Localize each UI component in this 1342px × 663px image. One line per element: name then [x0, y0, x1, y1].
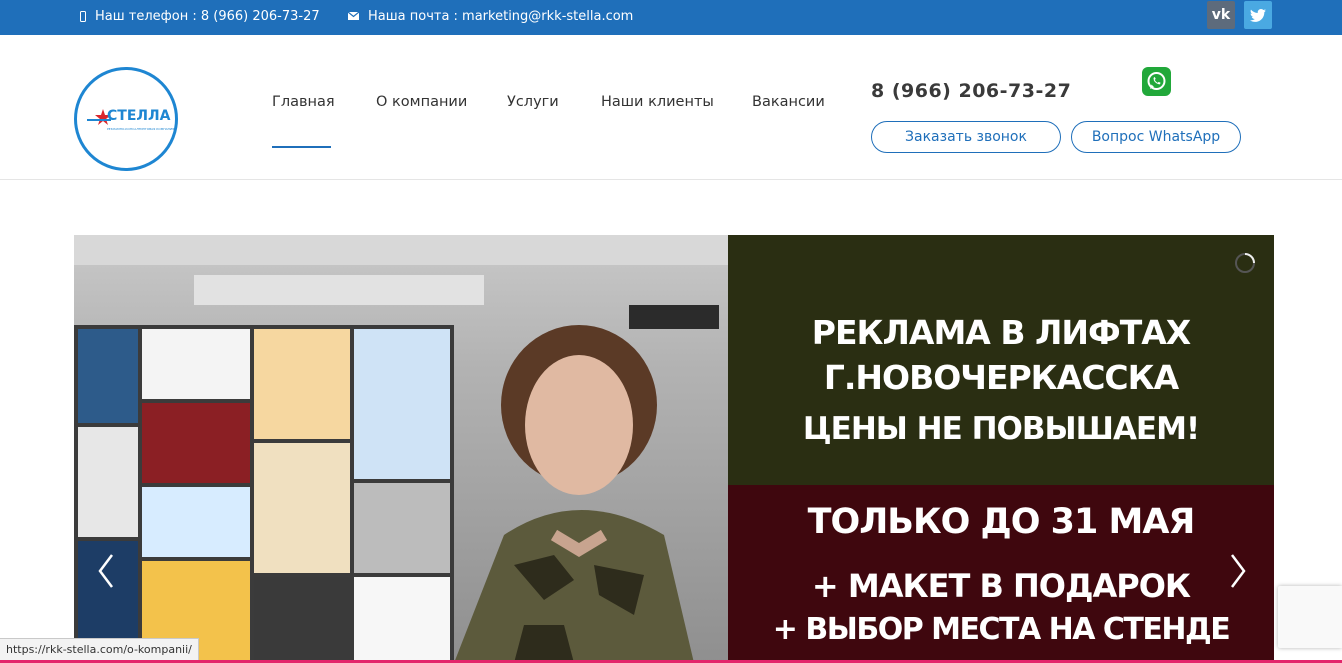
- callback-button[interactable]: Заказать звонок: [871, 121, 1061, 153]
- top-email-text: Наша почта : marketing@rkk-stella.com: [368, 8, 634, 24]
- nav-clients[interactable]: Наши клиенты: [601, 94, 714, 110]
- top-phone[interactable]: Наш телефон : 8 (966) 206-73-27: [80, 0, 320, 32]
- header-divider: [0, 179, 1342, 180]
- mail-icon: [347, 9, 360, 24]
- nav-home[interactable]: Главная: [272, 94, 335, 110]
- vk-icon[interactable]: vk: [1207, 1, 1235, 29]
- slider-next-arrow[interactable]: [1228, 553, 1248, 589]
- promo-line-2: Г.НОВОЧЕРКАССКА: [823, 358, 1179, 397]
- elevator-advert-photo: [74, 235, 728, 663]
- slider-prev-arrow[interactable]: [96, 553, 116, 589]
- recaptcha-badge[interactable]: [1278, 586, 1342, 648]
- logo-text: СТЕЛЛА: [107, 108, 171, 124]
- whatsapp-icon[interactable]: [1142, 67, 1171, 96]
- browser-status-url: https://rkk-stella.com/o-kompanii/: [0, 638, 199, 662]
- company-logo[interactable]: СТЕЛЛА РЕКЛАМНО-КОНСАЛТИНГОВАЯ КОМПАНИЯ: [74, 67, 178, 171]
- nav-vacancies[interactable]: Вакансии: [752, 94, 825, 110]
- hero-slider[interactable]: РЕКЛАМА В ЛИФТАХ Г.НОВОЧЕРКАССКА ЦЕНЫ НЕ…: [74, 235, 1274, 663]
- top-contact-bar: Наш телефон : 8 (966) 206-73-27 Наша поч…: [0, 0, 1342, 35]
- promo-line-4: ТОЛЬКО ДО 31 МАЯ: [807, 502, 1196, 542]
- logo-subtitle: РЕКЛАМНО-КОНСАЛТИНГОВАЯ КОМПАНИЯ: [107, 127, 175, 131]
- whatsapp-question-button[interactable]: Вопрос WhatsApp: [1071, 121, 1241, 153]
- top-email[interactable]: Наша почта : marketing@rkk-stella.com: [347, 0, 634, 32]
- nav-about[interactable]: О компании: [376, 94, 467, 110]
- nav-services[interactable]: Услуги: [507, 94, 559, 110]
- promo-line-1: РЕКЛАМА В ЛИФТАХ: [811, 313, 1191, 352]
- twitter-icon[interactable]: [1244, 1, 1272, 29]
- slider-loader-icon: [1234, 252, 1256, 274]
- promo-line-3: ЦЕНЫ НЕ ПОВЫШАЕМ!: [802, 411, 1200, 447]
- phone-icon: [80, 10, 86, 22]
- promo-line-6: + ВЫБОР МЕСТА НА СТЕНДЕ: [772, 612, 1231, 647]
- nav-active-indicator: [272, 146, 331, 148]
- promo-line-5: + МАКЕТ В ПОДАРОК: [811, 567, 1191, 605]
- header-phone[interactable]: 8 (966) 206-73-27: [871, 80, 1071, 102]
- top-phone-text: Наш телефон : 8 (966) 206-73-27: [95, 8, 320, 24]
